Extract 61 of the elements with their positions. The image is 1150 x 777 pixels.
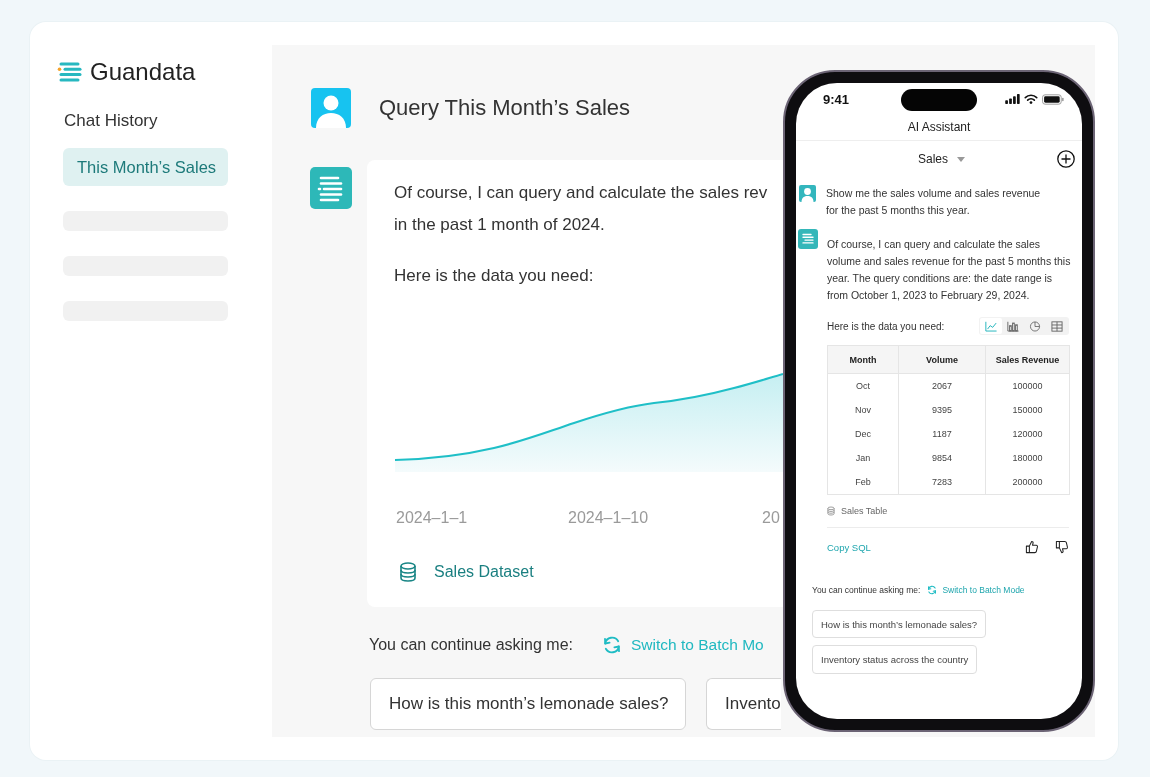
history-item[interactable]: This Month’s Sales [63, 148, 228, 186]
assistant-avatar-icon [310, 167, 352, 209]
table-cell: Dec [827, 422, 899, 446]
section-title: Chat History [64, 110, 158, 132]
table-cell: 180000 [985, 446, 1070, 470]
table-cell: 150000 [985, 398, 1070, 422]
suggestion-button[interactable]: How is this month’s lemonade sales? [370, 678, 686, 730]
table-icon [1051, 320, 1063, 332]
table-cell: Feb [827, 470, 899, 495]
axis-label: 2024–1–1 [396, 508, 468, 528]
table-cell: 9395 [898, 398, 986, 422]
line-chart-icon [985, 320, 997, 332]
pie-chart-icon [1029, 320, 1041, 332]
thumbs-up-icon[interactable] [1025, 540, 1039, 554]
axis-label: 2024–1–10 [568, 508, 649, 528]
source-link[interactable]: Sales Table [827, 503, 888, 519]
column-header: Sales Revenue [985, 345, 1070, 374]
battery-icon [1042, 93, 1064, 105]
table-cell: 7283 [898, 470, 986, 495]
suggestion-button[interactable]: Inventory status across the country [812, 645, 978, 674]
add-icon[interactable] [1057, 150, 1075, 168]
axis-label: 20 [762, 508, 780, 528]
suggestion-button[interactable]: How is this month’s lemonade sales? [812, 610, 987, 638]
person-avatar-icon [311, 88, 351, 128]
thumbs-down-icon[interactable] [1055, 540, 1069, 554]
message-text: Here is the data you need: [827, 320, 945, 332]
question-title: Query This Month’s Sales [379, 95, 631, 121]
table-cell: Jan [827, 446, 899, 470]
refresh-icon [927, 585, 938, 595]
table-cell: Oct [827, 373, 899, 398]
follow-up-prompt: You can continue asking me: [369, 636, 573, 654]
table-cell: 120000 [985, 422, 1070, 446]
status-time: 9:41 [822, 91, 850, 107]
answer-text: Of course, I can query and calculate the sales rev [394, 182, 768, 204]
database-icon [399, 562, 417, 582]
dataset-link[interactable]: Sales Dataset [399, 561, 534, 583]
wifi-icon [1024, 94, 1038, 104]
refresh-icon [602, 635, 622, 655]
table-cell: 200000 [985, 470, 1070, 495]
answer-text: Here is the data you need: [394, 265, 594, 287]
database-icon [827, 506, 835, 516]
person-avatar-icon [799, 185, 816, 202]
caret-icon [957, 156, 965, 162]
table-cell: 1187 [898, 422, 986, 446]
brand-name: Guandata [90, 58, 196, 86]
table-cell: Nov [827, 398, 899, 422]
suggestion-button[interactable]: Invento [706, 678, 781, 730]
message-text: Show me the sales volume and sales revenue for the past 5 months this year. [826, 186, 1042, 218]
bar-chart-icon [1007, 320, 1019, 332]
column-header: Month [827, 345, 899, 374]
table-cell: 2067 [898, 373, 986, 398]
table-cell: 9854 [898, 446, 986, 470]
app-title: AI Assistant [796, 117, 1082, 141]
topic-dropdown[interactable]: Sales [901, 152, 965, 166]
message-text: Of course, I can query and calculate the sales volume and sales revenue for the past 5 months this year. The query conditions are: the date range is from October 1, 2023 to February 29, 2024. [827, 237, 1072, 303]
signal-icon [1005, 94, 1020, 104]
answer-text: in the past 1 month of 2024. [394, 214, 605, 236]
column-header: Volume [898, 345, 986, 374]
logo-icon [57, 62, 82, 82]
table-cell: 100000 [985, 373, 1070, 398]
follow-up-prompt: You can continue asking me: [812, 585, 921, 595]
